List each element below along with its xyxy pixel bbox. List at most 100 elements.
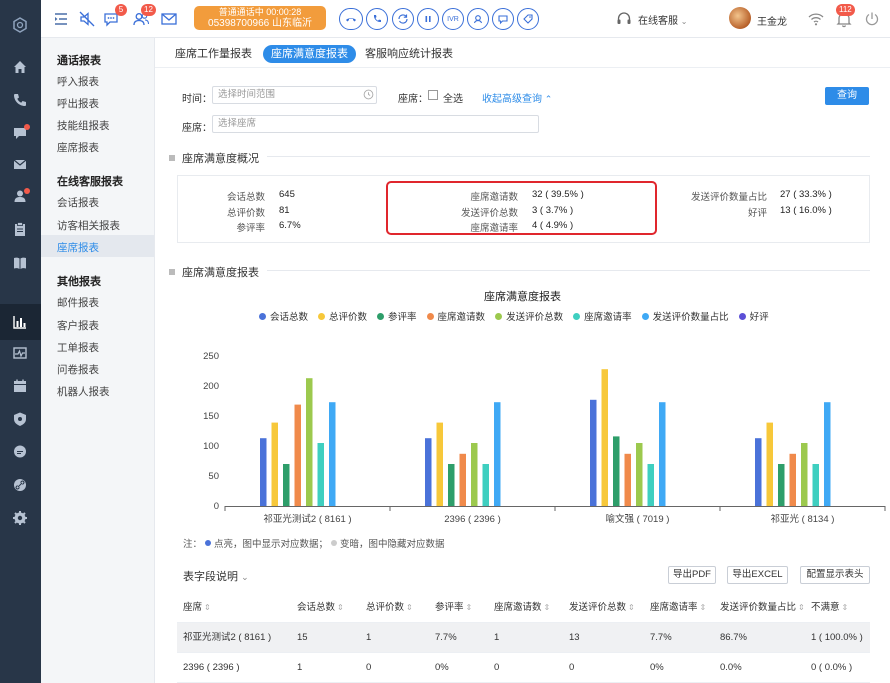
report-chart-icon[interactable] [11, 313, 29, 331]
collapse-advanced-link[interactable]: 收起高级查询 ⌃ [482, 90, 552, 105]
tab-seat-workload[interactable]: 座席工作量报表 [175, 45, 252, 63]
ivr-button[interactable]: IVR [442, 8, 464, 30]
header-dissatisfied[interactable]: 不满意 ⇕ [811, 593, 848, 623]
table-cell: 0 [366, 662, 372, 673]
table-cell: 1 [494, 632, 500, 643]
sms-button[interactable] [492, 8, 514, 30]
pause-button[interactable] [417, 8, 439, 30]
table-cell: 86.7% [720, 632, 747, 643]
field-description-toggle[interactable]: 表字段说明 ⌄ [183, 568, 249, 584]
legend-item[interactable]: 会话总数 [259, 309, 308, 323]
bar [271, 422, 278, 506]
tab-seat-satisfaction[interactable]: 座席满意度报表 [263, 45, 356, 63]
power-icon[interactable] [862, 9, 882, 29]
query-button[interactable]: 查询 [825, 87, 869, 105]
legend-item[interactable]: 发送评价总数 [495, 309, 563, 323]
header-sent-ratings[interactable]: 发送评价总数 ⇕ [569, 593, 635, 623]
report-tabs: 座席工作量报表 座席满意度报表 客服响应统计报表 [155, 38, 890, 68]
stat-value: 6.7% [279, 220, 301, 231]
table-row[interactable]: 2396 ( 2396 ) 1 0 0% 0 0 0% 0.0% 0 ( 0.0… [177, 653, 870, 683]
phone-icon[interactable] [11, 91, 29, 109]
legend-item[interactable]: 参评率 [377, 309, 417, 323]
consult-button[interactable] [467, 8, 489, 30]
legend-item[interactable]: 座席邀请数 [426, 309, 485, 323]
calendar-icon[interactable] [11, 377, 29, 395]
header-rating-rate[interactable]: 参评率 ⇕ [435, 593, 472, 623]
header-invite-rate[interactable]: 座席邀请率 ⇕ [650, 593, 706, 623]
message-icon[interactable] [11, 443, 29, 461]
config-header-button[interactable]: 配置显示表头 [800, 566, 870, 584]
envelope-icon[interactable] [159, 9, 179, 29]
avatar[interactable] [729, 7, 751, 29]
table-cell: 0.0% [720, 662, 742, 673]
call-status-text: 普通通话中 00:00:28 [218, 7, 302, 17]
online-status-dropdown[interactable]: 在线客服 ⌄ [638, 12, 687, 27]
subnav-item-online-seat[interactable]: 座席报表 [57, 240, 99, 255]
header-total-ratings[interactable]: 总评价数 ⇕ [366, 593, 413, 623]
export-excel-button[interactable]: 导出EXCEL [727, 566, 788, 584]
overview-title: 座席满意度概况 [169, 150, 259, 166]
header-label: 总评价数 [366, 602, 405, 613]
hangup-button[interactable] [339, 8, 363, 30]
report-divider [267, 270, 870, 271]
monitor-icon[interactable] [11, 344, 29, 362]
bar [778, 464, 785, 506]
subnav-item-skill-group[interactable]: 技能组报表 [57, 118, 110, 133]
export-pdf-button[interactable]: 导出PDF [668, 566, 716, 584]
header-sent-ratio[interactable]: 发送评价数量占比 ⇕ [720, 593, 805, 623]
tag-button[interactable] [517, 8, 539, 30]
legend-item[interactable]: 好评 [738, 309, 769, 323]
subnav-item-mail[interactable]: 邮件报表 [57, 295, 99, 310]
subnav-item-ticket[interactable]: 工单报表 [57, 340, 99, 355]
time-label: 时间： [182, 94, 212, 105]
seat-all-label: 座席： [398, 94, 428, 105]
subnav-item-survey[interactable]: 问卷报表 [57, 362, 99, 377]
legend-swatch [377, 312, 385, 320]
mail-icon[interactable] [11, 155, 29, 173]
table-cell: 0 [569, 662, 575, 673]
book-icon[interactable] [11, 254, 29, 272]
subnav-item-session[interactable]: 会话报表 [57, 195, 99, 210]
sort-icon: ⇕ [699, 603, 707, 612]
home-icon[interactable] [11, 58, 29, 76]
settings-icon[interactable] [11, 509, 29, 527]
chat-badge: 5 [115, 4, 127, 16]
transfer-button[interactable] [392, 8, 414, 30]
subnav-item-call-seat[interactable]: 座席报表 [57, 140, 99, 155]
notifications-badge: 112 [836, 4, 855, 16]
subnav-item-robot[interactable]: 机器人报表 [57, 384, 110, 399]
header-label: 发送评价数量占比 [720, 602, 797, 613]
time-range-input[interactable]: 选择时间范围 [212, 86, 377, 104]
field-description-label: 表字段说明 [183, 571, 238, 583]
legend-item[interactable]: 发送评价数量占比 [641, 309, 729, 323]
mute-icon[interactable] [77, 9, 97, 29]
hold-call-button[interactable] [366, 8, 388, 30]
legend-item[interactable]: 总评价数 [318, 309, 367, 323]
subnav-item-customer[interactable]: 客户报表 [57, 318, 99, 333]
subnav-item-inbound[interactable]: 呼入报表 [57, 74, 99, 89]
headset-icon[interactable] [614, 9, 634, 29]
subnav-item-visitor[interactable]: 访客相关报表 [57, 218, 120, 233]
table-row[interactable]: 祁亚光测试2 ( 8161 ) 15 1 7.7% 1 13 7.7% 86.7… [177, 623, 870, 653]
link-icon[interactable] [11, 476, 29, 494]
header-invites[interactable]: 座席邀请数 ⇕ [494, 593, 550, 623]
section-marker [169, 155, 175, 161]
header-sessions[interactable]: 会话总数 ⇕ [297, 593, 344, 623]
bar [425, 438, 432, 506]
clipboard-icon[interactable] [11, 220, 29, 238]
menu-collapse-icon[interactable] [51, 9, 71, 29]
seat-label: 座席： [182, 123, 212, 134]
legend-item[interactable]: 座席邀请率 [573, 309, 632, 323]
table-cell: 1 [366, 632, 372, 643]
header-seat[interactable]: 座席 ⇕ [183, 593, 211, 623]
subnav-item-outbound[interactable]: 呼出报表 [57, 96, 99, 111]
bar [601, 369, 608, 506]
legend-swatch [573, 312, 581, 320]
seat-select-input[interactable]: 选择座席 [212, 115, 539, 133]
stat-label: 参评率 [236, 223, 265, 234]
shield-icon[interactable] [11, 410, 29, 428]
chart-title: 座席满意度报表 [484, 291, 561, 303]
tab-response-stats[interactable]: 客服响应统计报表 [365, 45, 453, 63]
stat-label: 好评 [747, 208, 767, 219]
select-all-checkbox[interactable] [428, 90, 438, 100]
